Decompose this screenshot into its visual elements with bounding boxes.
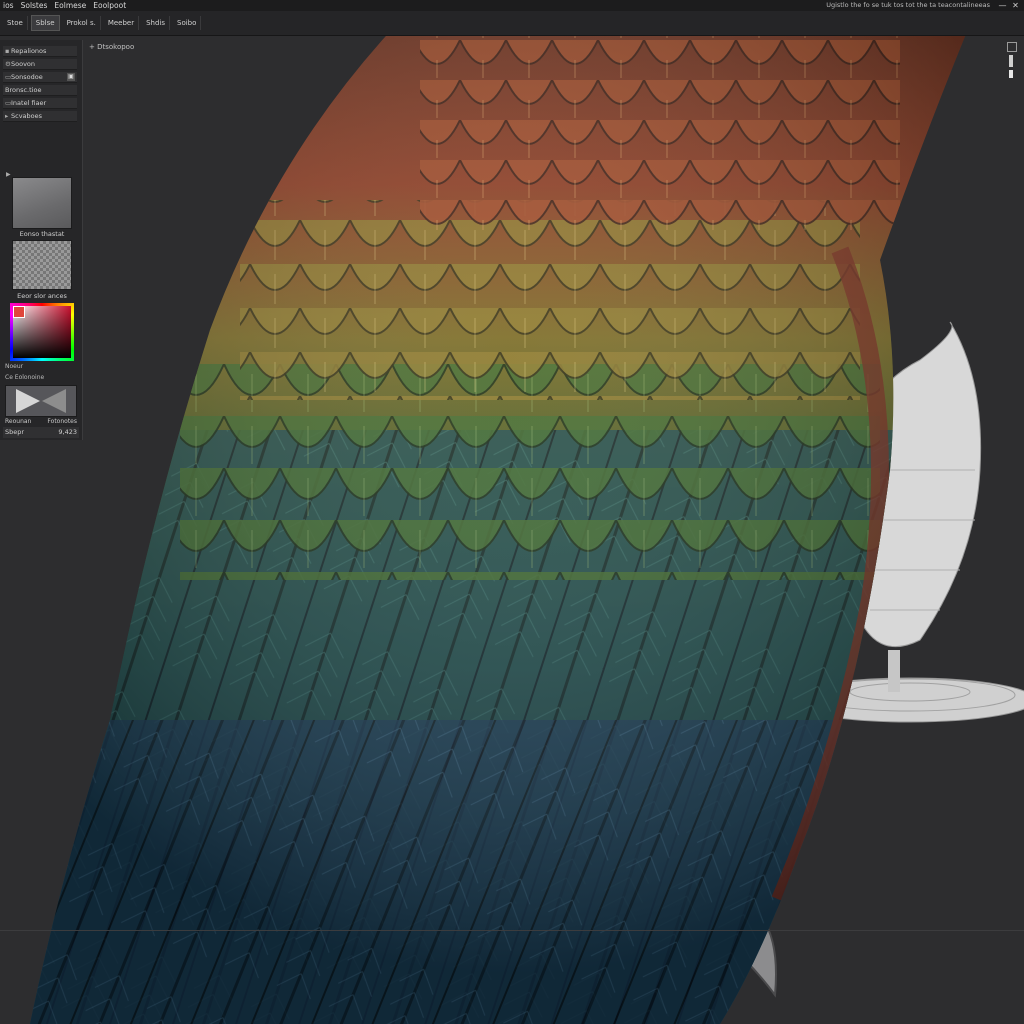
window-minimize-icon[interactable]: —: [997, 0, 1008, 11]
panel-row[interactable]: Bronsc.tioe: [3, 85, 77, 96]
render-caption-left: Reounan: [5, 418, 32, 425]
current-color-swatch[interactable]: [13, 306, 25, 318]
panel-row-label: Inatel fiaer: [11, 99, 47, 107]
floor-line: [0, 930, 1024, 931]
texture-label: Eeor slor ances: [17, 292, 67, 300]
toolbar: Stoe Sblse Prokol s. Meeber Shdis Soibo: [0, 11, 1024, 36]
expand-icon[interactable]: ▣: [67, 73, 75, 81]
panel-row[interactable]: ⚙Soovon: [3, 59, 77, 70]
render-label: Ce Eolonoine: [5, 374, 45, 381]
menu-item[interactable]: Eolmese: [51, 0, 90, 11]
material-thumbnail[interactable]: [12, 177, 72, 229]
parrot-body: [30, 0, 980, 1024]
toolbar-button-active[interactable]: Sblse: [30, 15, 60, 31]
toolbar-button[interactable]: Prokol s.: [63, 16, 101, 30]
color-picker[interactable]: [10, 303, 74, 361]
play-left-icon: [16, 389, 40, 413]
panel-row-label: Bronsc.tioe: [5, 86, 42, 94]
left-panel: ▪ Repalionos ⚙Soovon ▭Sonsodoe ▣ Bronsc.t…: [0, 40, 83, 440]
texture-thumbnail[interactable]: [12, 240, 72, 290]
material-label: Eonso thastat: [19, 230, 65, 238]
toolbar-button[interactable]: Stoe: [3, 16, 28, 30]
render-caption-right: Fotonotes: [47, 418, 77, 425]
panel-row-label: Repalionos: [11, 47, 47, 55]
window-close-icon[interactable]: ✕: [1010, 0, 1021, 11]
menu-item[interactable]: Eoolpoot: [90, 0, 130, 11]
panel-row-label: Scvaboes: [11, 112, 43, 120]
toolbar-button[interactable]: Meeber: [104, 16, 140, 30]
panel-row-label: Soovon: [11, 60, 36, 68]
toolbar-button[interactable]: Soibo: [173, 16, 202, 30]
toolbar-button[interactable]: Shdis: [142, 16, 171, 30]
viewport-canvas[interactable]: [0, 0, 1024, 1024]
footer-value: 9,423: [58, 428, 77, 436]
gizmo-bar[interactable]: [1009, 55, 1013, 67]
menu-bar: ios Solstes Eolmese Eoolpoot Ugistlo the…: [0, 0, 1024, 11]
panel-row-label: Sonsodoe: [11, 73, 43, 81]
menu-item[interactable]: Solstes: [18, 0, 52, 11]
footer-label[interactable]: Sbepr: [5, 427, 24, 438]
panel-footer: Sbepr 9,423: [3, 427, 79, 438]
play-right-icon: [42, 389, 66, 413]
status-info: Ugistlo the fo se tuk tos tot the ta tea…: [826, 1, 990, 9]
menu-item[interactable]: ios: [0, 0, 18, 11]
panel-row[interactable]: ▭Inatel fiaer: [3, 98, 77, 109]
panel-row[interactable]: ▪ Repalionos: [3, 46, 77, 57]
panel-row[interactable]: ▸ Scvaboes: [3, 111, 77, 122]
noise-label: Noeur: [5, 363, 24, 370]
render-captions: Reounan Fotonotes: [5, 418, 77, 425]
gizmo-handle[interactable]: [1009, 70, 1013, 78]
triangle-right-icon[interactable]: ▶: [6, 171, 11, 178]
render-preview[interactable]: [5, 385, 77, 417]
navigation-cube-icon[interactable]: [1004, 42, 1018, 82]
gizmo-box-icon[interactable]: [1007, 42, 1017, 52]
viewport-title: + Dtsokopoo: [89, 43, 135, 51]
panel-row[interactable]: ▭Sonsodoe ▣: [3, 72, 77, 83]
